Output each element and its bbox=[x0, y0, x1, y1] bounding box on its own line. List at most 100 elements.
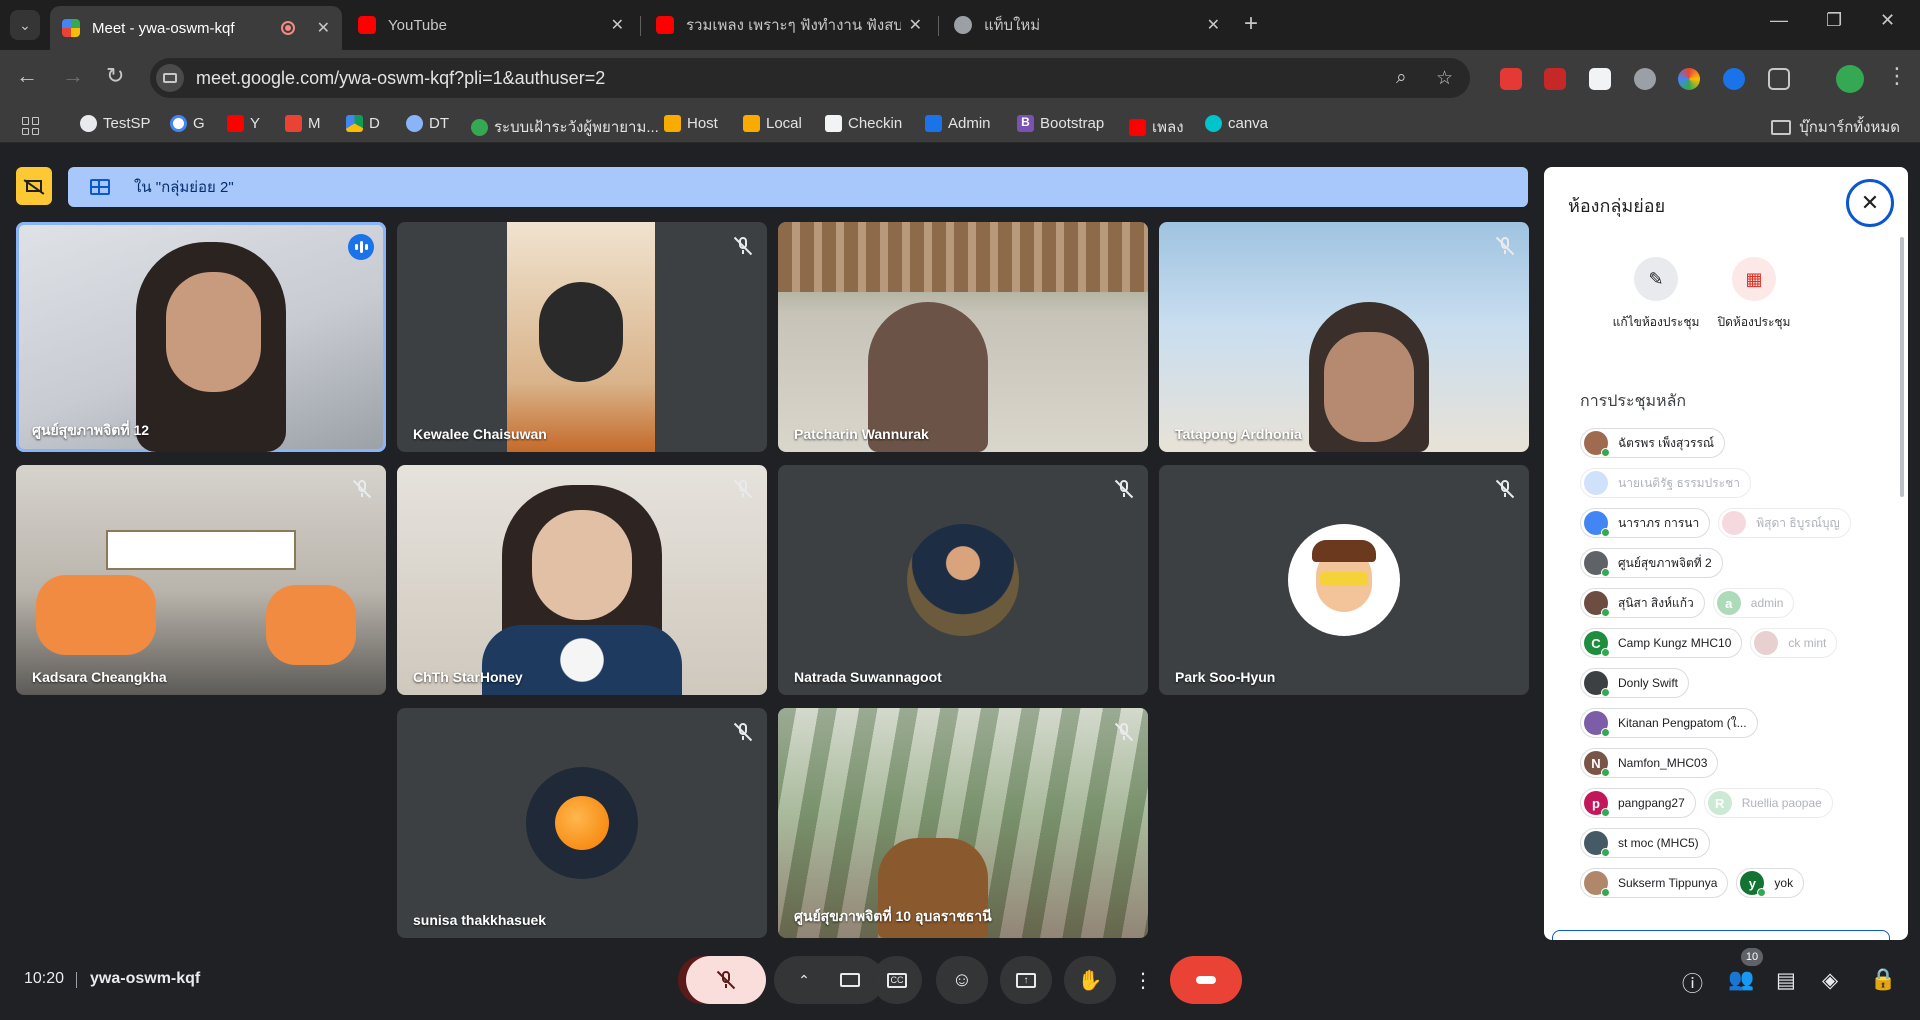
participant-tile[interactable]: Patcharin Wannurak bbox=[778, 222, 1148, 452]
activities-icon[interactable]: ◈ bbox=[1822, 968, 1838, 993]
close-rooms-button[interactable]: ▦ ปิดห้องประชุม bbox=[1694, 257, 1814, 332]
people-icon[interactable]: 👥 bbox=[1728, 968, 1754, 992]
participant-chip[interactable]: ศูนย์สุขภาพจิตที่ 2 bbox=[1580, 548, 1723, 578]
captions-button[interactable]: CC bbox=[872, 956, 922, 1004]
bookmark-star-icon[interactable]: ☆ bbox=[1436, 67, 1453, 90]
bookmark-item[interactable]: D bbox=[346, 115, 380, 132]
reload-icon[interactable]: ↻ bbox=[106, 63, 124, 89]
participant-tile[interactable]: ChTh StarHoney bbox=[397, 465, 767, 695]
participant-chip[interactable]: สุนิสา สิงห์แก้ว bbox=[1580, 588, 1705, 618]
participant-avatar bbox=[1722, 511, 1747, 535]
host-controls-icon[interactable]: 🔒 bbox=[1870, 968, 1896, 992]
forward-icon[interactable]: → bbox=[62, 63, 84, 89]
bookmark-item[interactable]: B Bootstrap bbox=[1017, 115, 1104, 132]
participant-chip[interactable]: ฉัตรพร เพ็งสุวรรณ์ bbox=[1580, 428, 1726, 458]
close-icon[interactable]: ✕ bbox=[611, 15, 624, 35]
restore-icon[interactable]: ❐ bbox=[1826, 10, 1842, 31]
browser-toolbar: ← → ↻ meet.google.com/ywa-oswm-kqf?pli=1… bbox=[0, 50, 1920, 107]
extension-icon[interactable] bbox=[1723, 68, 1745, 90]
participant-tile[interactable]: ศูนย์สุขภาพจิตที่ 10 อุบลราชธานี bbox=[778, 708, 1148, 938]
close-icon[interactable]: ✕ bbox=[909, 15, 922, 35]
panel-scrollbar[interactable] bbox=[1900, 237, 1904, 497]
self-view-hidden-icon[interactable] bbox=[16, 167, 52, 205]
bookmark-item[interactable]: Host bbox=[664, 115, 718, 132]
bookmark-item[interactable]: Admin bbox=[925, 115, 991, 132]
address-bar[interactable]: meet.google.com/ywa-oswm-kqf?pli=1&authu… bbox=[150, 58, 1470, 98]
bookmark-item[interactable]: Y bbox=[227, 115, 260, 132]
profile-avatar[interactable] bbox=[1836, 65, 1864, 93]
participant-chip[interactable]: a admin bbox=[1712, 588, 1795, 618]
leave-call-button[interactable] bbox=[1170, 956, 1242, 1004]
tab-meet[interactable]: Meet - ywa-oswm-kqf ✕ bbox=[50, 6, 342, 50]
bookmark-item[interactable]: DT bbox=[406, 115, 449, 132]
participant-tile[interactable]: Kadsara Cheangkha bbox=[16, 465, 386, 695]
participant-chip[interactable]: Kitanan Pengpatom (ใ... bbox=[1580, 708, 1758, 738]
meeting-details-icon[interactable]: ⓘ bbox=[1682, 968, 1703, 998]
new-tab-button[interactable]: + bbox=[1244, 10, 1258, 38]
chat-icon[interactable]: ▤ bbox=[1776, 968, 1796, 993]
participant-chip[interactable]: นายเนติรัฐ ธรรมประชา bbox=[1580, 468, 1751, 498]
participant-chip[interactable]: ck mint bbox=[1750, 628, 1838, 658]
tab-playlist[interactable]: รวมเพลง เพราะๆ ฟังทำงาน ฟังสบายๆ ✕ bbox=[644, 8, 934, 42]
participant-tile[interactable]: Tatapong Ardhonia bbox=[1159, 222, 1529, 452]
bookmark-item[interactable]: canva bbox=[1205, 115, 1268, 132]
minimize-icon[interactable]: — bbox=[1770, 10, 1788, 31]
participant-tile[interactable]: sunisa thakkhasuek bbox=[397, 708, 767, 938]
apps-grid-icon[interactable] bbox=[22, 117, 40, 135]
participant-chip[interactable]: C Camp Kungz MHC10 bbox=[1580, 628, 1743, 658]
participant-chip[interactable]: Donly Swift bbox=[1580, 668, 1690, 698]
present-screen-button[interactable]: ↑ bbox=[1000, 956, 1052, 1004]
bookmark-favicon-icon bbox=[743, 115, 760, 132]
zoom-icon[interactable]: ⌕ bbox=[1396, 67, 1407, 89]
raise-hand-button[interactable]: ✋ bbox=[1064, 956, 1116, 1004]
bookmark-item[interactable]: TestSP bbox=[80, 115, 151, 132]
bookmark-item[interactable]: เพลง bbox=[1129, 115, 1184, 139]
participant-skin bbox=[1324, 332, 1414, 442]
extension-icon[interactable] bbox=[1544, 68, 1566, 90]
bookmark-item[interactable]: Checkin bbox=[825, 115, 902, 132]
canva-icon bbox=[1205, 115, 1222, 132]
tab-search-button[interactable]: ⌄ bbox=[10, 10, 40, 40]
tab-youtube[interactable]: YouTube ✕ bbox=[346, 8, 636, 42]
participant-chip[interactable]: st moc (MHC5) bbox=[1580, 828, 1710, 858]
window-close-icon[interactable]: ✕ bbox=[1880, 10, 1895, 31]
extension-icon[interactable] bbox=[1589, 68, 1611, 90]
more-menu-icon[interactable]: ⋮ bbox=[1886, 63, 1908, 89]
participant-tile[interactable]: Kewalee Chaisuwan bbox=[397, 222, 767, 452]
participant-tile[interactable]: Park Soo-Hyun bbox=[1159, 465, 1529, 695]
bookmarks-bar: TestSP G Y M D DT ระบบเฝ้าระวังผู้พยายาม… bbox=[0, 107, 1920, 143]
participant-chip[interactable]: Sukserm Tippunya bbox=[1580, 868, 1729, 898]
bookmark-item[interactable]: G bbox=[170, 115, 205, 132]
bookmark-item[interactable]: ระบบเฝ้าระวังผู้พยายาม... bbox=[471, 115, 659, 139]
more-options-button[interactable]: ⋮ bbox=[1128, 956, 1158, 1004]
tab-separator bbox=[640, 16, 641, 36]
panel-next-section[interactable] bbox=[1552, 930, 1890, 940]
extension-icon[interactable] bbox=[1678, 68, 1700, 90]
close-icon[interactable]: ✕ bbox=[317, 18, 330, 38]
participant-tile[interactable]: Natrada Suwannagoot bbox=[778, 465, 1148, 695]
bookmark-item[interactable]: Local bbox=[743, 115, 802, 132]
participant-chip[interactable]: N Namfon_MHC03 bbox=[1580, 748, 1719, 778]
back-icon[interactable]: ← bbox=[16, 63, 38, 89]
bookmark-item[interactable]: M bbox=[285, 115, 321, 132]
participant-chip[interactable]: พิสุดา ธิบูรณ์บุญ bbox=[1718, 508, 1851, 538]
microphone-toggle-button[interactable] bbox=[686, 956, 766, 1004]
reactions-button[interactable]: ☺ bbox=[936, 956, 988, 1004]
tab-new[interactable]: แท็บใหม่ ✕ bbox=[942, 8, 1232, 42]
participant-avatar bbox=[1584, 871, 1610, 897]
extension-icon[interactable] bbox=[1500, 68, 1522, 90]
participant-chip[interactable]: R Ruellia paopae bbox=[1703, 788, 1833, 818]
participant-tile[interactable]: ศูนย์สุขภาพจิตที่ 12 bbox=[16, 222, 386, 452]
participant-chip[interactable]: y yok bbox=[1736, 868, 1805, 898]
rooms-grid-icon: ▦ bbox=[1732, 257, 1776, 301]
extension-icon[interactable] bbox=[1634, 68, 1656, 90]
close-icon[interactable]: ✕ bbox=[1207, 15, 1220, 35]
all-bookmarks-button[interactable]: บุ๊กมาร์กทั้งหมด bbox=[1771, 115, 1900, 139]
extensions-puzzle-icon[interactable] bbox=[1768, 68, 1790, 90]
participant-chip[interactable]: นาราภร การนา bbox=[1580, 508, 1711, 538]
participant-chip[interactable]: p pangpang27 bbox=[1580, 788, 1696, 818]
tab-title: แท็บใหม่ bbox=[984, 17, 1041, 34]
close-panel-button[interactable]: ✕ bbox=[1846, 179, 1894, 227]
camera-group-button[interactable]: ⌃ bbox=[774, 956, 884, 1004]
site-info-icon[interactable] bbox=[156, 64, 184, 92]
